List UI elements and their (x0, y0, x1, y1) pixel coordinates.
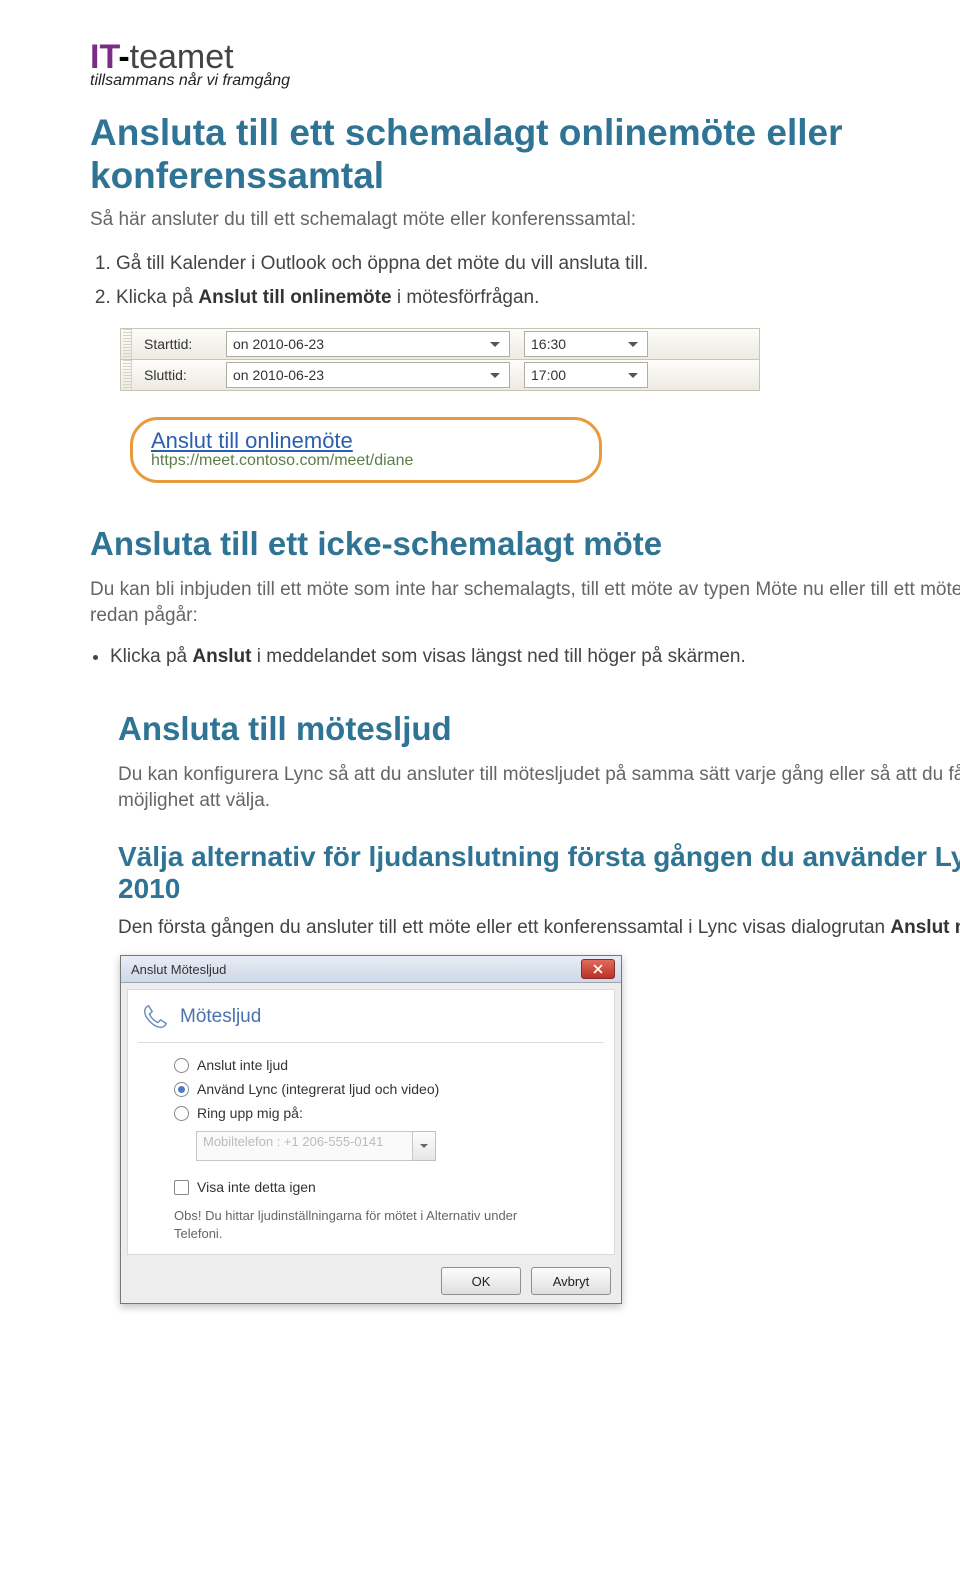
logo-it: IT (90, 38, 118, 76)
dialog-intro: Den första gången du ansluter till ett m… (118, 915, 960, 941)
start-time-field[interactable]: 16:30 (524, 331, 648, 357)
end-row: Sluttid: on 2010-06-23 17:00 (120, 360, 760, 391)
dropdown-icon[interactable] (487, 367, 503, 383)
meeting-url[interactable]: https://meet.contoso.com/meet/diane (151, 452, 581, 470)
dialog-heading: Mötesljud (180, 1006, 261, 1028)
close-button[interactable] (581, 959, 615, 979)
grip-icon (123, 360, 132, 390)
radio-icon (174, 1058, 189, 1073)
heading-1: Ansluta till ett schemalagt onlinemöte e… (90, 112, 960, 197)
join-online-meeting-link[interactable]: Anslut till onlinemöte (151, 428, 581, 454)
unscheduled-intro: Du kan bli inbjuden till ett möte som in… (90, 577, 960, 628)
highlighted-link-oval: Anslut till onlinemöte https://meet.cont… (130, 417, 602, 483)
step-1: Gå till Kalender i Outlook och öppna det… (116, 251, 960, 278)
logo: IT-teamet tillsammans når vi framgång (90, 40, 960, 90)
radio-use-lync[interactable]: Använd Lync (integrerat ljud och video) (174, 1081, 604, 1097)
end-time-field[interactable]: 17:00 (524, 362, 648, 388)
radio-call-me[interactable]: Ring upp mig på: (174, 1105, 604, 1121)
intro-text: Så här ansluter du till ett schemalagt m… (90, 207, 960, 233)
heading-first-time: Välja alternativ för ljudanslutning förs… (118, 841, 960, 905)
dropdown-icon[interactable] (625, 336, 641, 352)
radio-icon (174, 1106, 189, 1121)
ok-button[interactable]: OK (441, 1267, 521, 1295)
cancel-button[interactable]: Avbryt (531, 1267, 611, 1295)
start-label: Starttid: (132, 336, 226, 352)
phone-number-combo[interactable]: Mobiltelefon : +1 206-555-0141 (196, 1131, 436, 1161)
join-audio-dialog: Anslut Mötesljud Mötesljud Anslut inte l… (120, 955, 622, 1304)
heading-audio: Ansluta till mötesljud (118, 710, 960, 748)
logo-dash: - (118, 38, 129, 76)
phone-input[interactable]: Mobiltelefon : +1 206-555-0141 (196, 1131, 413, 1161)
dropdown-icon[interactable] (487, 336, 503, 352)
dialog-titlebar: Anslut Mötesljud (121, 956, 621, 983)
dialog-header: Mötesljud (138, 998, 604, 1043)
end-label: Sluttid: (132, 367, 226, 383)
end-date-field[interactable]: on 2010-06-23 (226, 362, 510, 388)
bullet-item: Klicka på Anslut i meddelandet som visas… (110, 646, 960, 668)
dont-show-again[interactable]: Visa inte detta igen (174, 1179, 604, 1195)
start-row: Starttid: on 2010-06-23 16:30 (120, 328, 760, 360)
dialog-title: Anslut Mötesljud (131, 962, 581, 977)
bullet-list: Klicka på Anslut i meddelandet som visas… (90, 646, 960, 668)
dialog-note: Obs! Du hittar ljudinställningarna för m… (174, 1207, 604, 1242)
outlook-screenshot: Starttid: on 2010-06-23 16:30 Sluttid: o… (120, 328, 760, 483)
logo-tagline: tillsammans når vi framgång (90, 72, 960, 90)
step-list: Gå till Kalender i Outlook och öppna det… (90, 251, 960, 312)
step-2: Klicka på Anslut till onlinemöte i mötes… (116, 285, 960, 312)
heading-unscheduled: Ansluta till ett icke-schemalagt möte (90, 525, 960, 563)
radio-selected-icon (174, 1082, 189, 1097)
start-date-field[interactable]: on 2010-06-23 (226, 331, 510, 357)
logo-teamet: teamet (130, 38, 234, 76)
grip-icon (123, 329, 132, 359)
radio-no-audio[interactable]: Anslut inte ljud (174, 1057, 604, 1073)
audio-intro: Du kan konfigurera Lync så att du anslut… (118, 762, 960, 813)
phone-icon (140, 1002, 170, 1032)
dropdown-icon[interactable] (625, 367, 641, 383)
checkbox-icon (174, 1180, 189, 1195)
dropdown-button[interactable] (413, 1131, 436, 1161)
